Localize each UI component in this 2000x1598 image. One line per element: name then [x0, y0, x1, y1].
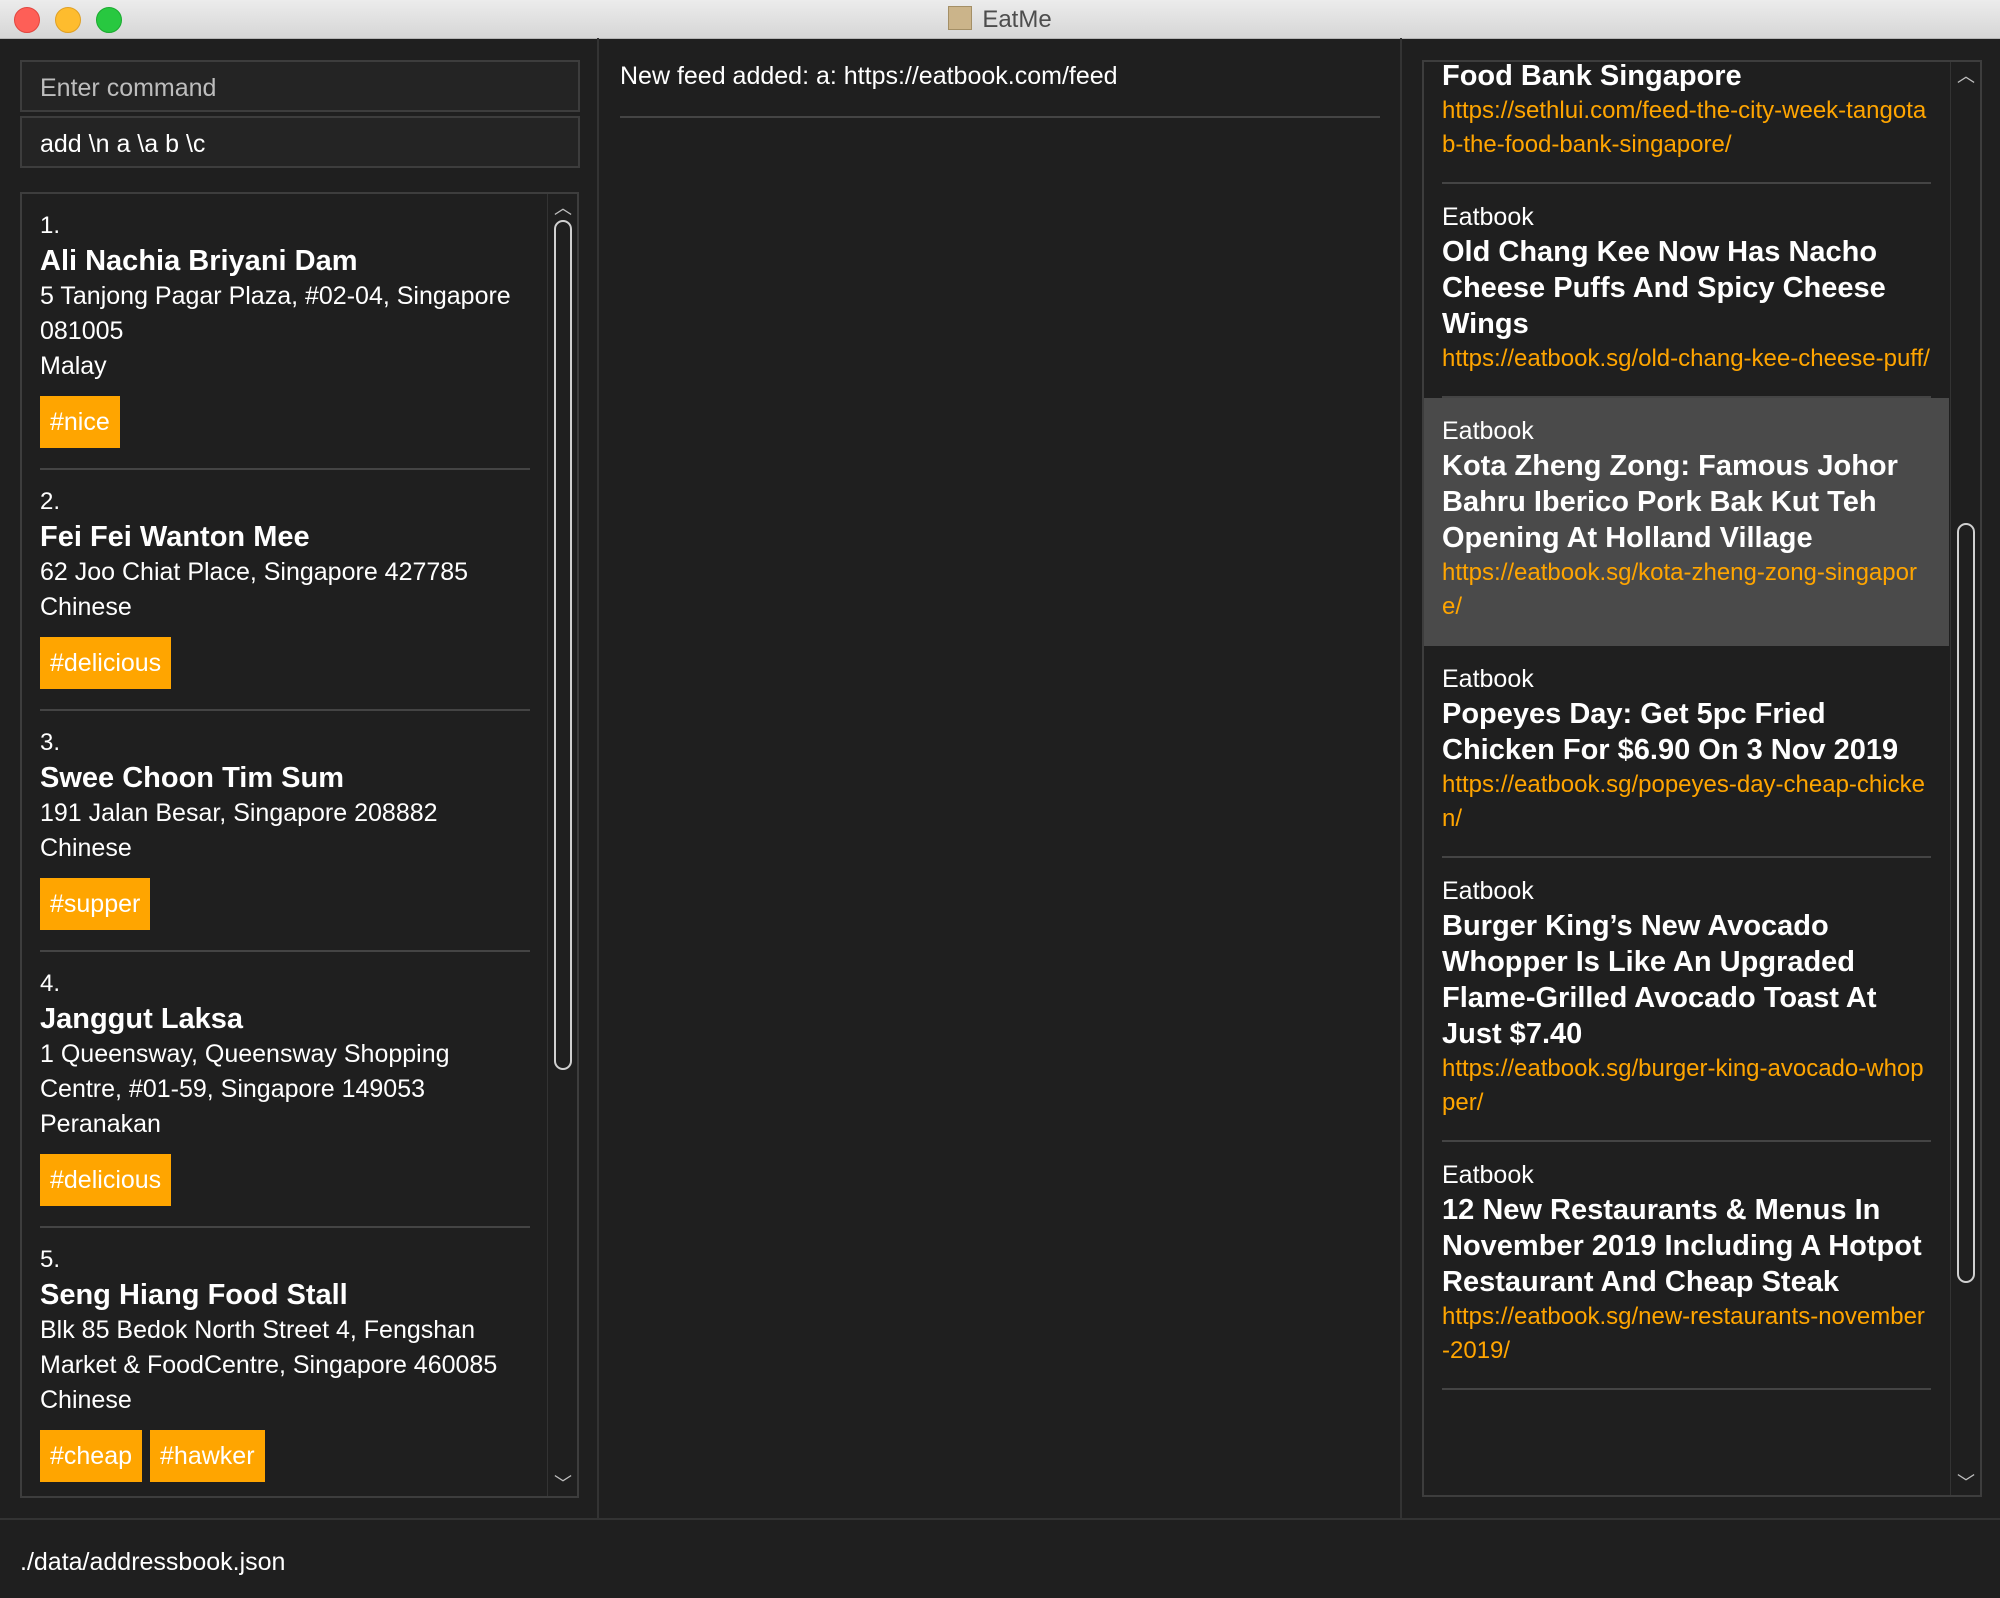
feed-list-scrollbar[interactable]: ︿ ﹀: [1950, 62, 1980, 1495]
restaurant-card[interactable]: 5. Seng Hiang Food Stall Blk 85 Bedok Nort…: [40, 1228, 530, 1496]
restaurant-address: 5 Tanjong Pagar Plaza, #02-04, Singapore…: [40, 282, 511, 345]
feed-post-content: Eatbook Popeyes Day: Get 5pc Fried Chicke…: [1442, 646, 1931, 858]
feed-post-content: Eatbook Burger King’s New Avocado Whopper…: [1442, 858, 1931, 1142]
feed-post-link[interactable]: https://eatbook.sg/new-restaurants-novem…: [1442, 1300, 1931, 1368]
feed-source: Eatbook: [1442, 1161, 1534, 1189]
feed-post-title: Popeyes Day: Get 5pc Fried Chicken For $…: [1442, 698, 1899, 766]
scroll-down-arrow-icon[interactable]: ﹀: [548, 1470, 577, 1496]
command-input-text: add \n a \a b \c: [40, 130, 206, 158]
restaurant-list[interactable]: 1. Ali Nachia Briyani Dam 5 Tanjong Pagar …: [20, 192, 579, 1498]
restaurant-tags: #nice: [40, 384, 530, 468]
restaurant-category: Chinese: [40, 1386, 132, 1414]
restaurant-category: Malay: [40, 352, 107, 380]
feed-post-title: Food Bank Singapore: [1442, 60, 1742, 92]
restaurant-card[interactable]: 4. Janggut Laksa 1 Queensway, Queensway Sh…: [40, 952, 530, 1228]
left-panel-divider[interactable]: [597, 38, 599, 1518]
scroll-up-arrow-icon[interactable]: ︿: [1951, 62, 1980, 88]
restaurant-name: Seng Hiang Food Stall: [40, 1279, 348, 1311]
result-display: New feed added: a: https://eatbook.com/f…: [620, 62, 1118, 90]
restaurant-index: 1.: [40, 212, 61, 239]
window-title: EatMe: [982, 6, 1052, 33]
feed-post-content: Eatbook Kota Zheng Zong: Famous Johor Bah…: [1442, 398, 1931, 646]
restaurant-card[interactable]: 3. Swee Choon Tim Sum 191 Jalan Besar, Sin…: [40, 711, 530, 952]
feed-post-link[interactable]: https://sethlui.com/feed-the-city-week-t…: [1442, 94, 1931, 162]
restaurant-address: 62 Joo Chiat Place, Singapore 427785: [40, 558, 469, 586]
feed-post-card[interactable]: Eatbook Popeyes Day: Get 5pc Fried Chicke…: [1424, 646, 1949, 858]
restaurant-index: 5.: [40, 1246, 61, 1273]
feed-source: Eatbook: [1442, 203, 1534, 231]
restaurant-address: 1 Queensway, Queensway Shopping Centre, …: [40, 1040, 450, 1103]
feed-source: Eatbook: [1442, 877, 1534, 905]
feed-source: Eatbook: [1442, 417, 1534, 445]
scroll-up-arrow-icon[interactable]: ︿: [548, 194, 577, 220]
storage-path: ./data/addressbook.json: [20, 1548, 286, 1576]
app-icon: [948, 6, 973, 30]
feed-post-card[interactable]: Eatbook Burger King’s New Avocado Whopper…: [1424, 858, 1949, 1142]
feed-list-items: Food Bank Singapore https://sethlui.com/f…: [1424, 60, 1949, 1390]
restaurant-address: Blk 85 Bedok North Street 4, Fengshan Ma…: [40, 1316, 498, 1379]
feed-post-title: Kota Zheng Zong: Famous Johor Bahru Iber…: [1442, 450, 1898, 554]
feed-post-card[interactable]: Eatbook Old Chang Kee Now Has Nacho Chees…: [1424, 184, 1949, 398]
restaurant-card[interactable]: 2. Fei Fei Wanton Mee 62 Joo Chiat Place, …: [40, 470, 530, 711]
right-panel-divider[interactable]: [1400, 38, 1402, 1518]
command-placeholder-text: Enter command: [40, 74, 217, 102]
command-input-placeholder[interactable]: Enter command: [20, 60, 580, 112]
tag-badge: #nice: [40, 396, 120, 448]
restaurant-tags: #supper: [40, 866, 530, 950]
restaurant-name: Swee Choon Tim Sum: [40, 762, 345, 794]
tag-badge: #cheap: [40, 1430, 143, 1482]
feed-source: Eatbook: [1442, 665, 1534, 693]
feed-post-content: Food Bank Singapore https://sethlui.com/f…: [1442, 60, 1931, 184]
feed-post-link[interactable]: https://eatbook.sg/old-chang-kee-cheese-…: [1442, 342, 1931, 376]
title-bar: EatMe: [0, 0, 2000, 39]
restaurant-list-scroll-thumb[interactable]: [554, 220, 572, 1070]
restaurant-category: Peranakan: [40, 1110, 161, 1138]
tag-badge: #delicious: [40, 1154, 172, 1206]
feed-list[interactable]: Food Bank Singapore https://sethlui.com/f…: [1422, 60, 1982, 1497]
feed-post-card[interactable]: Eatbook 12 New Restaurants & Menus In Nov…: [1424, 1142, 1949, 1390]
feed-post-link[interactable]: https://eatbook.sg/kota-zheng-zong-singa…: [1442, 556, 1931, 624]
feed-post-title: Burger King’s New Avocado Whopper Is Lik…: [1442, 910, 1877, 1050]
feed-post-content: Eatbook Old Chang Kee Now Has Nacho Chees…: [1442, 184, 1931, 398]
feed-post-link[interactable]: https://eatbook.sg/popeyes-day-cheap-chi…: [1442, 768, 1931, 836]
restaurant-name: Fei Fei Wanton Mee: [40, 521, 310, 553]
restaurant-name: Janggut Laksa: [40, 1003, 244, 1035]
scroll-down-arrow-icon[interactable]: ﹀: [1951, 1469, 1980, 1495]
restaurant-list-scrollbar[interactable]: ︿ ﹀: [547, 194, 577, 1496]
restaurant-address: 191 Jalan Besar, Singapore 208882: [40, 799, 438, 827]
window-title-area: EatMe: [0, 6, 2000, 34]
feed-post-title: 12 New Restaurants & Menus In November 2…: [1442, 1194, 1922, 1298]
restaurant-tags: #delicious: [40, 625, 530, 709]
restaurant-index: 3.: [40, 729, 61, 756]
restaurant-index: 2.: [40, 488, 61, 515]
feed-post-card[interactable]: Eatbook Kota Zheng Zong: Famous Johor Bah…: [1424, 398, 1949, 646]
restaurant-tags: #delicious: [40, 1142, 530, 1226]
feed-post-content: Eatbook 12 New Restaurants & Menus In Nov…: [1442, 1142, 1931, 1390]
status-bar-footer: ./data/addressbook.json: [0, 1518, 2000, 1598]
restaurant-index: 4.: [40, 970, 61, 997]
feed-post-title: Old Chang Kee Now Has Nacho Cheese Puffs…: [1442, 236, 1886, 340]
tag-badge: #hawker: [150, 1430, 265, 1482]
restaurant-card[interactable]: 1. Ali Nachia Briyani Dam 5 Tanjong Pagar …: [40, 194, 530, 470]
tag-badge: #supper: [40, 878, 151, 930]
result-display-divider: [620, 116, 1380, 118]
restaurant-category: Chinese: [40, 593, 132, 621]
restaurant-category: Chinese: [40, 834, 132, 862]
restaurant-list-items: 1. Ali Nachia Briyani Dam 5 Tanjong Pagar …: [22, 194, 577, 1496]
restaurant-name: Ali Nachia Briyani Dam: [40, 245, 358, 277]
feed-post-link[interactable]: https://eatbook.sg/burger-king-avocado-w…: [1442, 1052, 1931, 1120]
feed-post-card[interactable]: Food Bank Singapore https://sethlui.com/f…: [1424, 60, 1949, 184]
restaurant-tags: #cheap #hawker: [40, 1418, 530, 1496]
tag-badge: #delicious: [40, 637, 172, 689]
command-input[interactable]: add \n a \a b \c: [20, 116, 580, 168]
feed-list-scroll-thumb[interactable]: [1957, 523, 1975, 1283]
